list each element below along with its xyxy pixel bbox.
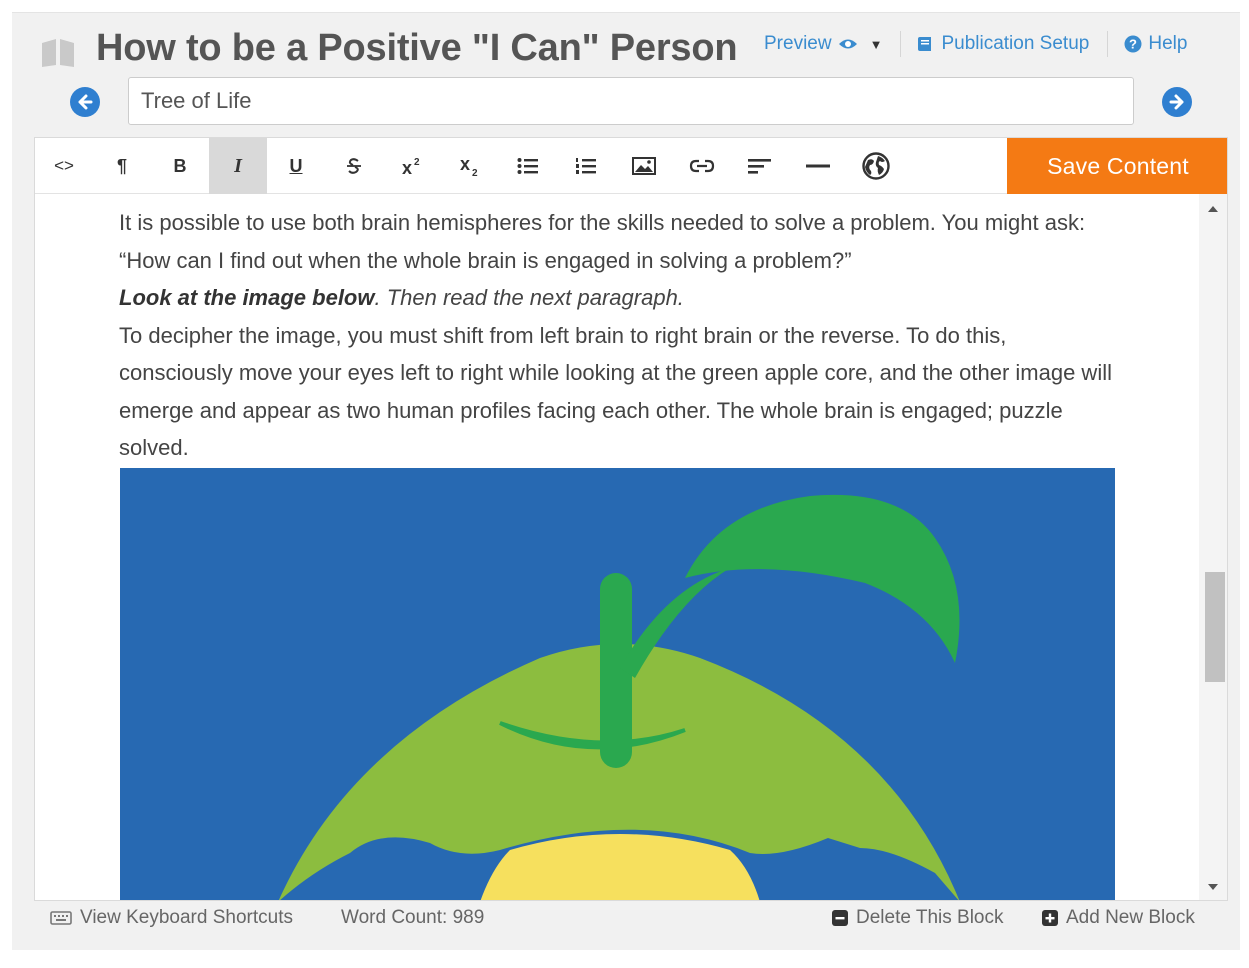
minus-square-icon (832, 910, 848, 926)
divider (1107, 31, 1109, 57)
caret-down-icon: ▼ (869, 36, 883, 52)
superscript-icon: x 2 (402, 157, 420, 176)
word-count-label: Word Count: 989 (341, 907, 485, 928)
svg-text:x: x (402, 158, 412, 176)
preview-label: Preview (764, 33, 832, 54)
svg-text:x: x (460, 155, 470, 174)
paragraph: Look at the image below. Then read the n… (119, 279, 1119, 317)
strikethrough-button[interactable] (325, 138, 383, 194)
superscript-button[interactable]: x 2 (383, 138, 441, 194)
keyboard-shortcuts-link[interactable]: View Keyboard Shortcuts (50, 907, 293, 929)
apple-core-illustration (120, 468, 1115, 900)
code-view-button[interactable]: <> (35, 138, 93, 194)
preview-dropdown[interactable]: Preview ▼ (764, 33, 882, 55)
link-icon (689, 159, 715, 173)
vertical-scrollbar[interactable] (1199, 194, 1227, 900)
arrow-right-circle-icon (1169, 94, 1184, 110)
prev-block-button[interactable] (70, 87, 100, 117)
divider (900, 31, 902, 57)
delete-block-button[interactable]: Delete This Block (832, 907, 1004, 929)
word-count: Word Count: 989 (341, 907, 484, 929)
save-content-button[interactable]: Save Content (1007, 138, 1227, 194)
align-button[interactable] (731, 138, 789, 194)
numbered-list-button[interactable] (557, 138, 615, 194)
bold-button[interactable]: B (151, 138, 209, 194)
bold-italic-text: Look at the image below (119, 285, 375, 310)
paragraph-button[interactable]: ¶ (93, 138, 151, 194)
help-link[interactable]: ? Help (1124, 33, 1187, 55)
help-label: Help (1148, 33, 1188, 54)
next-block-button[interactable] (1162, 87, 1192, 117)
svg-text:?: ? (1129, 37, 1137, 52)
svg-text:2: 2 (414, 157, 420, 168)
insert-link-button[interactable] (673, 138, 731, 194)
arrow-left-circle-icon (78, 94, 93, 110)
subscript-icon: x 2 (460, 155, 478, 177)
page-title: How to be a Positive "I Can" Person (96, 27, 738, 69)
header-links: Preview ▼ Publication Setup ? Help (764, 31, 1187, 57)
publication-setup-label: Publication Setup (941, 33, 1090, 54)
scroll-down-arrow-icon[interactable] (1208, 884, 1218, 890)
add-block-button[interactable]: Add New Block (1042, 907, 1195, 929)
bulleted-list-button[interactable] (499, 138, 557, 194)
insert-image-button[interactable] (615, 138, 673, 194)
image-icon (632, 157, 656, 175)
editor-toolbar: <> ¶ B I U x 2 x 2 Save Content (35, 138, 1227, 194)
book-open-icon (918, 37, 932, 51)
rich-text-editor: <> ¶ B I U x 2 x 2 Save Content It is po… (34, 137, 1228, 901)
numbered-list-icon (576, 158, 596, 174)
horizontal-rule-icon (806, 164, 830, 168)
language-button[interactable] (847, 138, 905, 194)
publication-setup-link[interactable]: Publication Setup (917, 33, 1089, 55)
svg-text:2: 2 (472, 168, 478, 177)
keyboard-icon (50, 911, 72, 925)
editor-footer: View Keyboard Shortcuts Word Count: 989 … (34, 901, 1228, 937)
paragraph: It is possible to use both brain hemisph… (119, 210, 1086, 273)
globe-icon (862, 152, 890, 180)
align-left-icon (748, 159, 771, 174)
italic-text: . Then read the next paragraph. (374, 285, 684, 310)
italic-button[interactable]: I (209, 138, 267, 194)
horizontal-rule-button[interactable] (789, 138, 847, 194)
bulleted-list-icon (517, 158, 538, 174)
plus-square-icon (1042, 910, 1058, 926)
scroll-up-arrow-icon[interactable] (1208, 206, 1218, 212)
paragraph: To decipher the image, you must shift fr… (119, 322, 1112, 461)
editor-frame: How to be a Positive "I Can" Person Prev… (12, 12, 1240, 950)
block-title-input[interactable] (128, 77, 1134, 125)
editor-content[interactable]: It is possible to use both brain hemisph… (119, 204, 1119, 467)
keyboard-shortcuts-label: View Keyboard Shortcuts (80, 907, 293, 928)
underline-button[interactable]: U (267, 138, 325, 194)
scrollbar-thumb[interactable] (1205, 572, 1225, 682)
strikethrough-icon (347, 158, 361, 174)
question-circle-icon: ? (1124, 35, 1142, 53)
book-icon (42, 39, 74, 67)
apple-core-image[interactable] (120, 468, 1115, 900)
subscript-button[interactable]: x 2 (441, 138, 499, 194)
delete-block-label: Delete This Block (856, 907, 1004, 928)
eye-icon (838, 39, 857, 49)
add-block-label: Add New Block (1066, 907, 1195, 928)
